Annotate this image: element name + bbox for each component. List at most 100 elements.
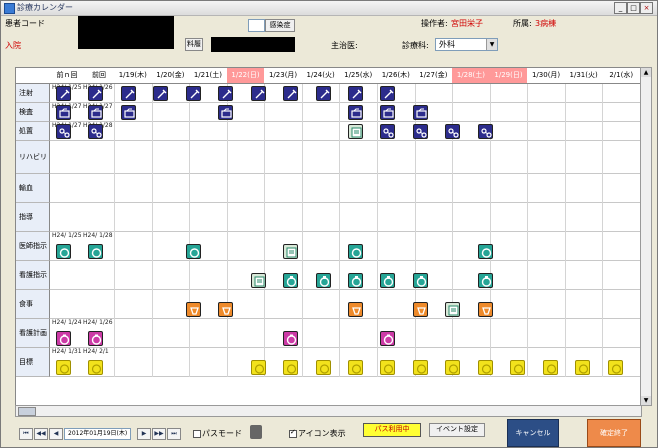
goal-icon[interactable] — [315, 360, 331, 375]
nursing-order-icon[interactable] — [380, 273, 396, 288]
nursing-plan-icon[interactable] — [283, 331, 299, 346]
goal-icon[interactable] — [250, 360, 266, 375]
doctor-order-icon[interactable] — [477, 244, 493, 259]
goal-icon[interactable] — [510, 360, 526, 375]
memo-icon[interactable] — [283, 244, 299, 259]
day-header[interactable]: 1/26(木) — [377, 68, 416, 84]
cancel-button[interactable]: キャンセル — [507, 419, 559, 447]
prev-n-button[interactable]: 前ｎ回 — [50, 68, 85, 84]
syringe-icon[interactable] — [348, 86, 363, 101]
syringe-icon[interactable] — [153, 86, 169, 101]
exam-icon[interactable] — [218, 105, 234, 120]
goal-icon[interactable] — [88, 360, 104, 375]
chevron-down-icon[interactable]: ▼ — [486, 39, 497, 50]
exam-icon[interactable] — [56, 105, 71, 120]
last-button[interactable]: ⏭ — [167, 428, 181, 440]
syringe-icon[interactable] — [88, 86, 104, 101]
nursing-order-icon[interactable] — [315, 273, 331, 288]
procedure-icon[interactable] — [477, 124, 493, 139]
goal-icon[interactable] — [283, 360, 299, 375]
exam-icon[interactable] — [412, 105, 428, 120]
day-header[interactable]: 1/27(金) — [414, 68, 454, 84]
event-setting-button[interactable]: イベント設定 — [429, 423, 485, 437]
syringe-icon[interactable] — [56, 86, 71, 101]
day-header[interactable]: 1/29(日) — [489, 68, 529, 84]
day-header[interactable]: 1/23(月) — [264, 68, 303, 84]
procedure-icon[interactable] — [380, 124, 396, 139]
doctor-order-icon[interactable] — [185, 244, 201, 259]
goal-icon[interactable] — [412, 360, 428, 375]
prev-button[interactable]: 前回 — [84, 68, 115, 84]
memo-icon[interactable] — [445, 302, 461, 317]
goal-icon[interactable] — [56, 360, 71, 375]
day-header[interactable]: 1/21(土) — [189, 68, 228, 84]
goal-icon[interactable] — [477, 360, 493, 375]
day-header[interactable]: 2/1(水) — [602, 68, 640, 84]
prev-day-button[interactable]: ◀ — [49, 428, 63, 440]
history-button[interactable]: 料履 — [185, 38, 203, 51]
procedure-icon[interactable] — [412, 124, 428, 139]
nursing-order-icon[interactable] — [412, 273, 428, 288]
meal-icon[interactable] — [477, 302, 493, 317]
doctor-order-icon[interactable] — [88, 244, 104, 259]
doctor-order-icon[interactable] — [348, 244, 363, 259]
infection-button[interactable]: 感染症 — [265, 19, 295, 32]
horizontal-scrollbar[interactable] — [15, 405, 642, 417]
syringe-icon[interactable] — [315, 86, 331, 101]
info-field[interactable] — [248, 19, 265, 32]
clipboard-icon[interactable] — [250, 425, 262, 439]
syringe-icon[interactable] — [218, 86, 234, 101]
memo-icon[interactable] — [348, 124, 363, 139]
goal-icon[interactable] — [445, 360, 461, 375]
exam-icon[interactable] — [120, 105, 136, 120]
goal-icon[interactable] — [575, 360, 591, 375]
day-header[interactable]: 1/24(火) — [301, 68, 341, 84]
maximize-button[interactable]: □ — [627, 2, 640, 14]
syringe-icon[interactable] — [250, 86, 266, 101]
date-display[interactable]: 2012年01月19日(木) — [64, 428, 132, 440]
close-button[interactable]: × — [640, 2, 653, 14]
meal-icon[interactable] — [412, 302, 428, 317]
nursing-order-icon[interactable] — [477, 273, 493, 288]
day-header[interactable]: 1/19(木) — [114, 68, 153, 84]
scroll-down-icon[interactable]: ▼ — [641, 396, 651, 405]
minimize-button[interactable]: _ — [614, 2, 627, 14]
confirm-button[interactable]: 確定終了 — [587, 419, 641, 447]
goal-icon[interactable] — [348, 360, 363, 375]
goal-icon[interactable] — [542, 360, 558, 375]
exam-icon[interactable] — [380, 105, 396, 120]
nursing-plan-icon[interactable] — [56, 331, 71, 346]
day-header[interactable]: 1/20(金) — [151, 68, 191, 84]
nursing-plan-icon[interactable] — [380, 331, 396, 346]
syringe-icon[interactable] — [283, 86, 299, 101]
meal-icon[interactable] — [185, 302, 201, 317]
goal-icon[interactable] — [380, 360, 396, 375]
memo-icon[interactable] — [250, 273, 266, 288]
scroll-thumb[interactable] — [18, 407, 36, 416]
department-select[interactable]: 外科 ▼ — [435, 38, 498, 51]
day-header[interactable]: 1/30(月) — [527, 68, 566, 84]
procedure-icon[interactable] — [56, 124, 71, 139]
goal-icon[interactable] — [607, 360, 623, 375]
syringe-icon[interactable] — [185, 86, 201, 101]
path-in-use-button[interactable]: パス利用中 — [363, 423, 421, 437]
day-header[interactable]: 1/31(火) — [564, 68, 604, 84]
meal-icon[interactable] — [218, 302, 234, 317]
day-header[interactable]: 1/22(日) — [226, 68, 266, 84]
procedure-icon[interactable] — [88, 124, 104, 139]
day-header[interactable]: 1/28(土) — [452, 68, 491, 84]
syringe-icon[interactable] — [120, 86, 136, 101]
nursing-order-icon[interactable] — [283, 273, 299, 288]
meal-icon[interactable] — [348, 302, 363, 317]
day-header[interactable]: 1/25(水) — [339, 68, 378, 84]
scroll-up-icon[interactable]: ▲ — [641, 68, 651, 77]
next-week-button[interactable]: ▶▶ — [152, 428, 166, 440]
pass-mode-checkbox[interactable] — [193, 430, 201, 438]
exam-icon[interactable] — [88, 105, 104, 120]
nursing-order-icon[interactable] — [348, 273, 363, 288]
prev-week-button[interactable]: ◀◀ — [34, 428, 48, 440]
first-button[interactable]: ⏮ — [19, 428, 33, 440]
exam-icon[interactable] — [348, 105, 363, 120]
icon-display-checkbox[interactable]: ✓ — [289, 428, 297, 438]
vertical-scrollbar[interactable]: ▲ ▼ — [640, 67, 652, 406]
